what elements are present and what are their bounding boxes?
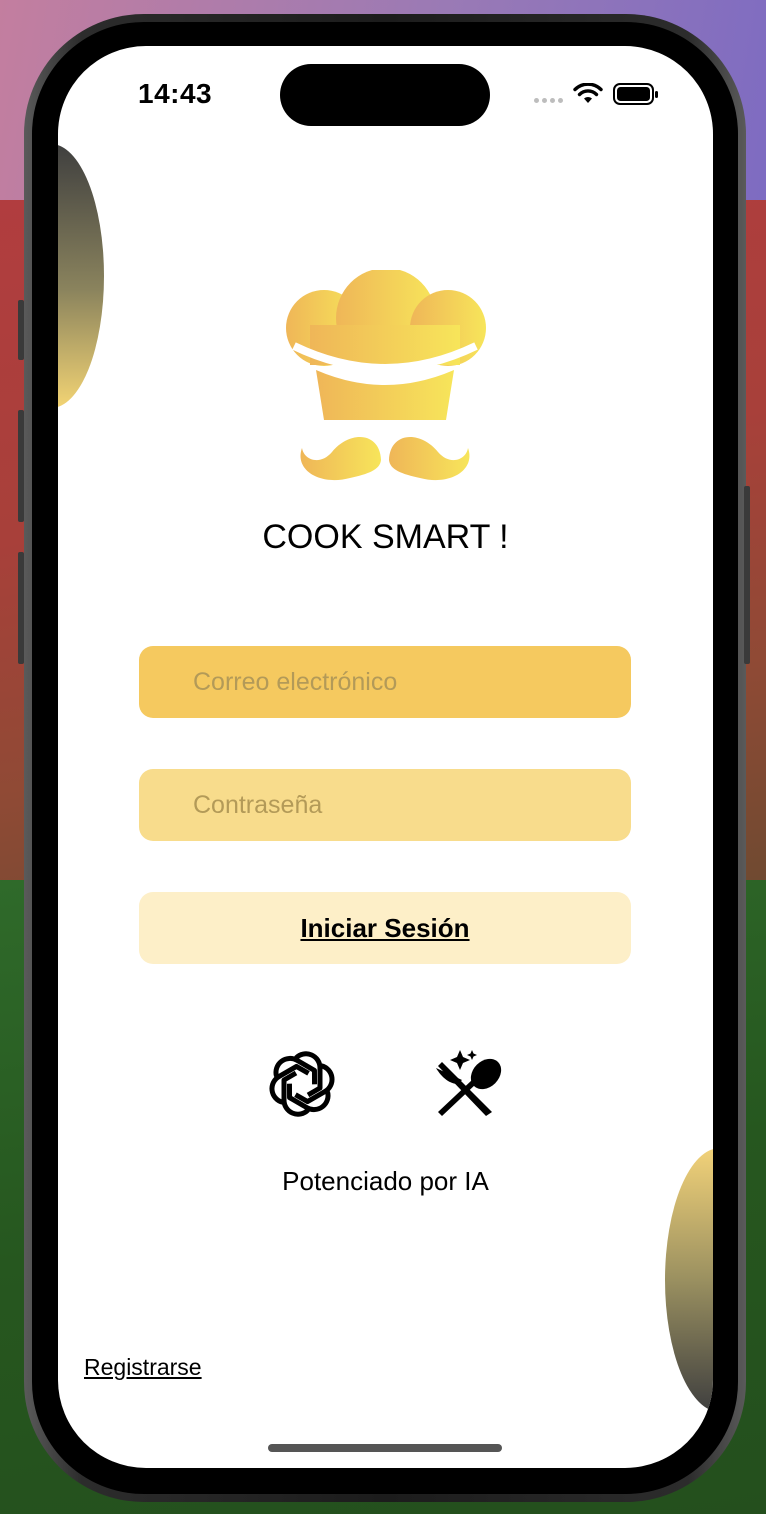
powered-by-ai-label: Potenciado por IA xyxy=(282,1166,489,1196)
wifi-icon xyxy=(573,83,603,103)
utensils-sparkle-icon xyxy=(436,1050,502,1116)
chef-hat-logo-icon xyxy=(286,270,486,481)
register-link[interactable]: Registrarse xyxy=(84,1354,202,1381)
openai-icon xyxy=(269,1051,335,1117)
password-placeholder: Contraseña xyxy=(193,790,323,819)
app-screen: 14:43 COOK SMART ! Correo electrónico Co… xyxy=(58,46,713,1468)
email-field[interactable]: Correo electrónico xyxy=(139,646,631,718)
status-time: 14:43 xyxy=(138,78,213,109)
signal-icon xyxy=(534,86,563,103)
login-button[interactable]: Iniciar Sesión xyxy=(139,892,631,964)
battery-icon xyxy=(613,83,658,105)
power-button xyxy=(744,486,750,664)
home-indicator[interactable] xyxy=(268,1444,502,1452)
volume-up-button xyxy=(18,410,24,522)
decorative-blob-left xyxy=(58,144,104,408)
status-icons xyxy=(534,82,659,106)
dynamic-island xyxy=(280,64,490,126)
mute-switch xyxy=(18,300,24,360)
password-field[interactable]: Contraseña xyxy=(139,769,631,841)
volume-down-button xyxy=(18,552,24,664)
app-title: COOK SMART ! xyxy=(262,518,509,556)
email-placeholder: Correo electrónico xyxy=(193,667,398,696)
